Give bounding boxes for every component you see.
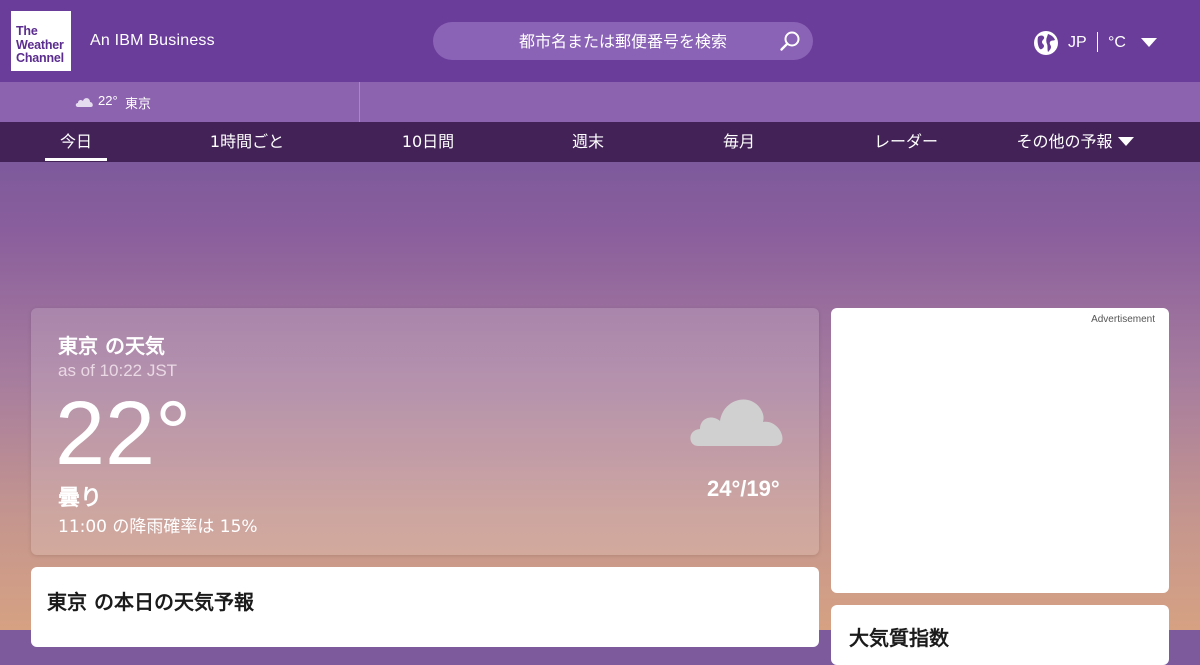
- logo-line-3: Channel: [16, 51, 64, 65]
- current-temperature: 22°: [55, 384, 192, 484]
- recent-location-item[interactable]: 22° 東京: [0, 82, 360, 122]
- weather-channel-logo[interactable]: The Weather Channel: [11, 11, 71, 71]
- tab-more-forecasts-label: その他の予報: [1016, 132, 1113, 151]
- tab-hourly[interactable]: 1時間ごと: [197, 122, 297, 162]
- search-box[interactable]: [433, 22, 813, 60]
- cloud-icon: [690, 399, 783, 446]
- air-quality-card: 大気質指数: [831, 605, 1169, 665]
- tab-more-forecasts[interactable]: その他の予報: [1010, 122, 1140, 162]
- tab-10-day[interactable]: 10日間: [393, 122, 463, 162]
- locale-divider: [1097, 32, 1098, 52]
- search-input[interactable]: [433, 22, 813, 60]
- forecast-nav: 今日 1時間ごと 10日間 週末 毎月 レーダー その他の予報: [0, 122, 1200, 162]
- logo-line-1: The: [16, 24, 38, 38]
- ibm-business-label: An IBM Business: [90, 32, 215, 49]
- observation-time: as of 10:22 JST: [58, 361, 178, 380]
- today-forecast-title: 東京 の本日の天気予報: [47, 590, 254, 614]
- cloud-icon: [75, 98, 93, 107]
- precipitation-chance: 11:00 の降雨確率は 15%: [58, 517, 258, 537]
- recent-location-city: 東京: [125, 97, 152, 112]
- recent-locations-bar: 22° 東京: [0, 82, 1200, 122]
- locale-label[interactable]: JP: [1068, 34, 1087, 52]
- current-conditions-title: 東京 の天気: [58, 334, 165, 358]
- weather-condition: 曇り: [58, 486, 103, 511]
- search-icon[interactable]: [779, 30, 801, 52]
- advertisement-label: Advertisement: [1091, 314, 1155, 325]
- air-quality-title: 大気質指数: [849, 626, 949, 650]
- high-low-temperature: 24°/19°: [707, 476, 780, 501]
- tab-monthly[interactable]: 毎月: [713, 122, 765, 162]
- tab-today[interactable]: 今日: [45, 122, 107, 162]
- globe-icon[interactable]: [1034, 31, 1058, 55]
- recent-location-temp: 22°: [98, 93, 118, 108]
- advertisement-panel[interactable]: Advertisement: [831, 308, 1169, 593]
- logo-line-2: Weather: [16, 37, 64, 52]
- unit-label[interactable]: °C: [1108, 34, 1126, 52]
- tab-weekend[interactable]: 週末: [562, 122, 614, 162]
- today-forecast-card: 東京 の本日の天気予報: [31, 567, 819, 647]
- chevron-down-icon[interactable]: [1141, 38, 1157, 47]
- current-conditions-card: 東京 の天気 as of 10:22 JST 22° 曇り 11:00 の降雨確…: [31, 308, 819, 555]
- tab-radar[interactable]: レーダー: [866, 122, 946, 162]
- site-header: The Weather Channel An IBM Business JP °…: [0, 0, 1200, 82]
- chevron-down-icon: [1117, 137, 1134, 146]
